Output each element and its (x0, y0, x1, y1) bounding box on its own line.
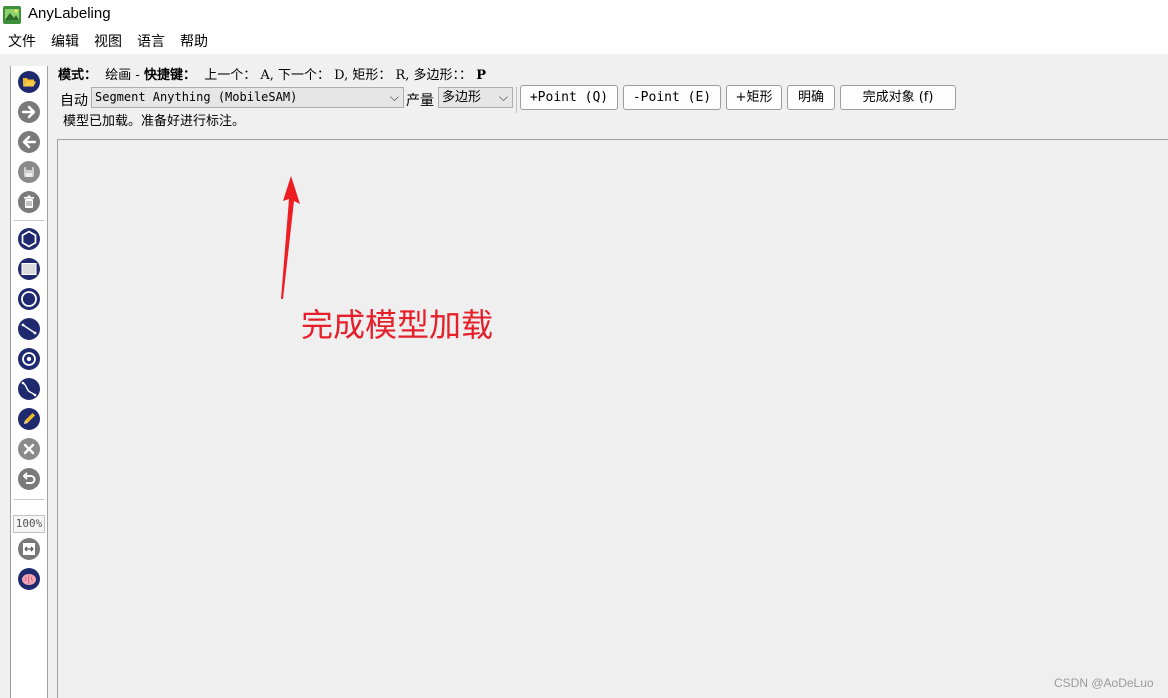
line-icon[interactable] (17, 317, 41, 341)
fit-width-icon[interactable] (17, 537, 41, 561)
menu-bar: 文件 编辑 视图 语言 帮助 (0, 30, 1168, 54)
shortcut-label: 快捷键： (143, 68, 196, 83)
add-rectangle-button[interactable]: +矩形 (726, 85, 782, 110)
app-logo-icon (3, 6, 21, 24)
remove-point-button[interactable]: -Point (E) (623, 85, 721, 110)
mode-shortcut-line: 模式： 绘画 - 快捷键： 上一个： A, 下一个： D, 矩形： R, 多边形… (58, 64, 486, 83)
add-point-button[interactable]: +Point (Q) (520, 85, 618, 110)
zoom-level-field[interactable]: 100% (13, 515, 45, 533)
menu-edit[interactable]: 编辑 (43, 30, 86, 54)
image-canvas[interactable] (57, 139, 1168, 698)
model-select[interactable]: Segment Anything (MobileSAM) ⌵ (91, 87, 404, 108)
clear-button[interactable]: 明确 (787, 85, 835, 110)
point-icon[interactable] (17, 347, 41, 371)
menu-help[interactable]: 帮助 (172, 30, 215, 54)
toolbar-separator (14, 220, 44, 221)
menu-file[interactable]: 文件 (0, 30, 43, 54)
toolbar-separator (14, 499, 44, 500)
shortcut-list: 上一个： A, 下一个： D, 矩形： R, 多边形：： (204, 68, 473, 83)
save-icon[interactable] (17, 160, 41, 184)
brain-ai-icon[interactable] (17, 567, 41, 591)
model-select-value: Segment Anything (MobileSAM) (95, 90, 298, 104)
title-bar: AnyLabeling (0, 0, 1168, 30)
chevron-down-icon: ⌵ (498, 90, 508, 104)
mode-value: 绘画 - (105, 68, 144, 83)
mode-label: 模式： (58, 68, 98, 83)
polygon-shortcut-key: P (476, 68, 486, 83)
tools-toolbar: 100% (10, 66, 48, 698)
toolbar-divider (516, 87, 517, 113)
delete-icon[interactable] (17, 190, 41, 214)
annotation-text: 完成模型加载 (301, 306, 494, 344)
close-icon[interactable] (17, 437, 41, 461)
output-select-value: 多边形 (442, 90, 482, 105)
undo-icon[interactable] (17, 467, 41, 491)
polygon-icon[interactable] (17, 227, 41, 251)
previous-image-icon[interactable] (17, 130, 41, 154)
menu-language[interactable]: 语言 (129, 30, 172, 54)
open-folder-icon[interactable] (17, 70, 41, 94)
chevron-down-icon: ⌵ (389, 90, 399, 104)
annotation-arrow-icon (281, 176, 300, 299)
output-type-select[interactable]: 多边形 ⌵ (438, 87, 513, 108)
watermark: CSDN @AoDeLuo (1054, 676, 1154, 690)
circle-icon[interactable] (17, 287, 41, 311)
main-area: 100% 模式： 绘画 - 快捷键： 上一个： A, 下一个： D, 矩形： R… (0, 54, 1168, 698)
output-label: 产量 (406, 93, 434, 109)
finish-object-button[interactable]: 完成对象 (f) (840, 85, 956, 110)
window-title: AnyLabeling (28, 5, 111, 22)
edit-pencil-icon[interactable] (17, 407, 41, 431)
next-image-icon[interactable] (17, 100, 41, 124)
menu-view[interactable]: 视图 (86, 30, 129, 54)
auto-label: 自动 (60, 93, 88, 109)
linestrip-icon[interactable] (17, 377, 41, 401)
model-status-text: 模型已加载。准备好进行标注。 (63, 114, 246, 129)
rectangle-icon[interactable] (17, 257, 41, 281)
